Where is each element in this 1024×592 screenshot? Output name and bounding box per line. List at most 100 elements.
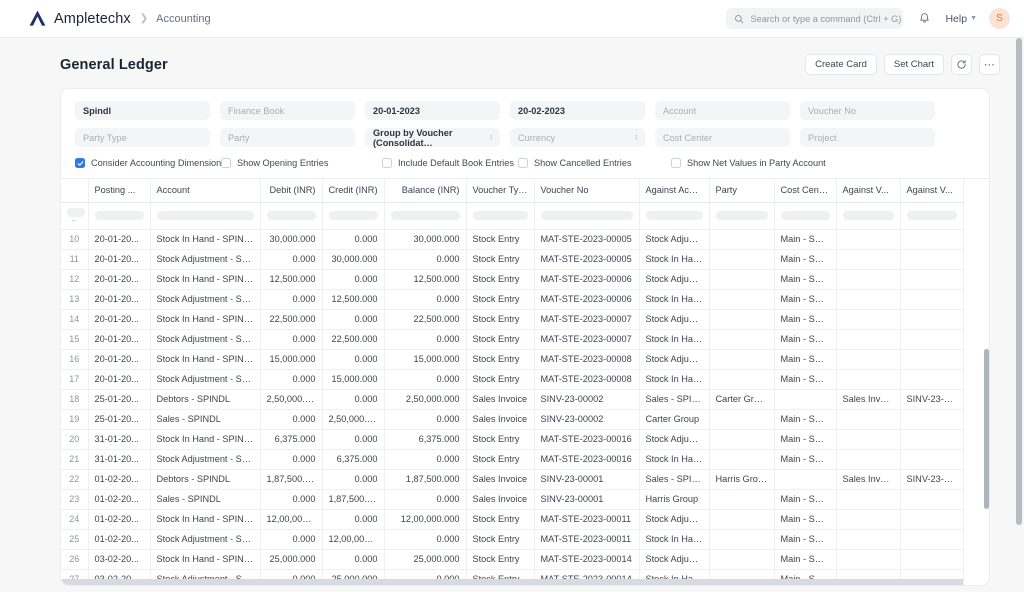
table-row[interactable]: 1825-01-20...Debtors - SPINDL2,50,000.00…: [61, 389, 963, 409]
cell-balance: 12,500.000: [384, 269, 466, 289]
table-row[interactable]: 1420-01-20...Stock In Hand - SPINDL22,50…: [61, 309, 963, 329]
table-row[interactable]: 2301-02-20...Sales - SPINDL0.0001,87,500…: [61, 489, 963, 509]
page-scrollbar-thumb[interactable]: [1016, 38, 1022, 525]
checkbox-show-cancelled-entries[interactable]: Show Cancelled Entries: [518, 158, 632, 168]
filter-pill[interactable]: [95, 211, 144, 220]
column-filter-cell-voucher_type[interactable]: [466, 202, 534, 229]
filter-field-account[interactable]: Account: [655, 101, 790, 120]
column-header-against_voucher_type[interactable]: Against V...: [836, 179, 900, 202]
table-row[interactable]: 2501-02-20...Stock Adjustment - SPIN...0…: [61, 529, 963, 549]
checkbox-icon[interactable]: [221, 158, 231, 168]
page-scrollbar[interactable]: [1016, 38, 1022, 592]
column-header-idx[interactable]: [61, 179, 88, 202]
filter-pill[interactable]: [781, 211, 830, 220]
table-horizontal-scrollbar[interactable]: [61, 579, 963, 585]
column-header-voucher_no[interactable]: Voucher No: [534, 179, 639, 202]
filter-pill[interactable]: [646, 211, 703, 220]
column-header-cost_center[interactable]: Cost Center: [774, 179, 836, 202]
checkbox-show-net-values-in-party-account[interactable]: Show Net Values in Party Account: [671, 158, 826, 168]
column-filter-cell-account[interactable]: [150, 202, 260, 229]
checkbox-icon[interactable]: [671, 158, 681, 168]
checkbox-include-default-book-entries[interactable]: Include Default Book Entries: [382, 158, 514, 168]
table-row[interactable]: 2131-01-20...Stock Adjustment - SPIN...0…: [61, 449, 963, 469]
column-header-credit[interactable]: Credit (INR): [322, 179, 384, 202]
breadcrumb-accounting[interactable]: Accounting: [156, 13, 210, 25]
filter-field-from-date[interactable]: 20-01-2023: [365, 101, 500, 120]
table-row[interactable]: 1925-01-20...Sales - SPINDL0.0002,50,000…: [61, 409, 963, 429]
table-row[interactable]: 2603-02-20...Stock In Hand - SPINDL25,00…: [61, 549, 963, 569]
checkbox-checked-icon[interactable]: [75, 158, 85, 168]
table-row[interactable]: 1320-01-20...Stock Adjustment - SPIN...0…: [61, 289, 963, 309]
checkbox-show-opening-entries[interactable]: Show Opening Entries: [221, 158, 328, 168]
column-filter-cell-balance[interactable]: [384, 202, 466, 229]
set-chart-button[interactable]: Set Chart: [884, 54, 944, 75]
column-header-party[interactable]: Party: [709, 179, 774, 202]
help-menu[interactable]: Help ▼: [945, 13, 977, 25]
table-row[interactable]: 1220-01-20...Stock In Hand - SPINDL12,50…: [61, 269, 963, 289]
filter-field-voucher-no[interactable]: Voucher No: [800, 101, 935, 120]
page-actions: Create Card Set Chart ⋯: [805, 54, 1010, 75]
filter-pill[interactable]: [329, 211, 378, 220]
search-input[interactable]: Search or type a command (Ctrl + G): [726, 8, 903, 29]
cell-debit: 12,00,000.000: [260, 509, 322, 529]
notifications-button[interactable]: [915, 10, 933, 28]
checkbox-consider-accounting-dimensions[interactable]: Consider Accounting Dimensions: [75, 158, 226, 168]
cell-idx: 10: [61, 229, 88, 249]
checkbox-icon[interactable]: [382, 158, 392, 168]
table-row[interactable]: 1620-01-20...Stock In Hand - SPINDL15,00…: [61, 349, 963, 369]
filter-field-project[interactable]: Project: [800, 128, 935, 147]
avatar[interactable]: S: [989, 8, 1010, 29]
column-header-balance[interactable]: Balance (INR): [384, 179, 466, 202]
checkbox-icon[interactable]: [518, 158, 528, 168]
column-header-against_voucher[interactable]: Against V...: [900, 179, 963, 202]
column-filter-cell-party[interactable]: [709, 202, 774, 229]
column-header-account[interactable]: Account: [150, 179, 260, 202]
filter-field-party[interactable]: Party: [220, 128, 355, 147]
column-filter-cell-voucher_no[interactable]: [534, 202, 639, 229]
column-header-voucher_type[interactable]: Voucher Type: [466, 179, 534, 202]
filter-field-company[interactable]: Spindl: [75, 101, 210, 120]
filter-field-finance-book[interactable]: Finance Book: [220, 101, 355, 120]
column-header-debit[interactable]: Debit (INR): [260, 179, 322, 202]
column-filter-cell-credit[interactable]: [322, 202, 384, 229]
filter-pill[interactable]: [716, 211, 768, 220]
create-card-button[interactable]: Create Card: [805, 54, 877, 75]
table-row[interactable]: 1020-01-20...Stock In Hand - SPINDL30,00…: [61, 229, 963, 249]
collapse-arrow-icon[interactable]: ←: [67, 215, 82, 224]
table-row[interactable]: 1120-01-20...Stock Adjustment - SPIN...0…: [61, 249, 963, 269]
filter-field-currency[interactable]: Currency↕: [510, 128, 645, 147]
more-options-button[interactable]: ⋯: [979, 54, 1000, 75]
filter-pill[interactable]: [473, 211, 528, 220]
table-row[interactable]: 1520-01-20...Stock Adjustment - SPIN...0…: [61, 329, 963, 349]
brand[interactable]: Ampletechx: [28, 9, 131, 28]
refresh-button[interactable]: [951, 54, 972, 75]
filter-field-group-by[interactable]: Group by Voucher (Consolidat…↕: [365, 128, 500, 147]
column-filter-cell-against_voucher[interactable]: [900, 202, 963, 229]
table-vertical-scrollbar-thumb[interactable]: [984, 349, 989, 509]
column-filter-cell-cost_center[interactable]: [774, 202, 836, 229]
column-filter-cell-posting_date[interactable]: [88, 202, 150, 229]
filter-pill[interactable]: [391, 211, 460, 220]
table-row[interactable]: 2401-02-20...Stock In Hand - SPINDL12,00…: [61, 509, 963, 529]
column-filter-cell-against_voucher_type[interactable]: [836, 202, 900, 229]
table-row[interactable]: 2031-01-20...Stock In Hand - SPINDL6,375…: [61, 429, 963, 449]
cell-cost_center: Main - SPIN...: [774, 549, 836, 569]
table-row[interactable]: 2201-02-20...Debtors - SPINDL1,87,500.00…: [61, 469, 963, 489]
filter-field-party-type[interactable]: Party Type: [75, 128, 210, 147]
cell-voucher_type: Stock Entry: [466, 509, 534, 529]
table-vertical-scrollbar[interactable]: [984, 231, 989, 585]
filter-pill[interactable]: [157, 211, 254, 220]
filter-field-cost-center[interactable]: Cost Center: [655, 128, 790, 147]
column-header-against_account[interactable]: Against Acco...: [639, 179, 709, 202]
column-filter-cell-against_account[interactable]: [639, 202, 709, 229]
filter-field-to-date[interactable]: 20-02-2023: [510, 101, 645, 120]
filter-pill[interactable]: [843, 211, 894, 220]
column-filter-cell-debit[interactable]: [260, 202, 322, 229]
table-row[interactable]: 1720-01-20...Stock Adjustment - SPIN...0…: [61, 369, 963, 389]
column-filter-row[interactable]: ←: [61, 202, 963, 229]
filter-pill[interactable]: [267, 211, 316, 220]
filter-pill[interactable]: [541, 211, 633, 220]
filter-pill[interactable]: [907, 211, 957, 220]
column-filter-cell-idx[interactable]: ←: [61, 202, 88, 229]
column-header-posting_date[interactable]: Posting ...: [88, 179, 150, 202]
